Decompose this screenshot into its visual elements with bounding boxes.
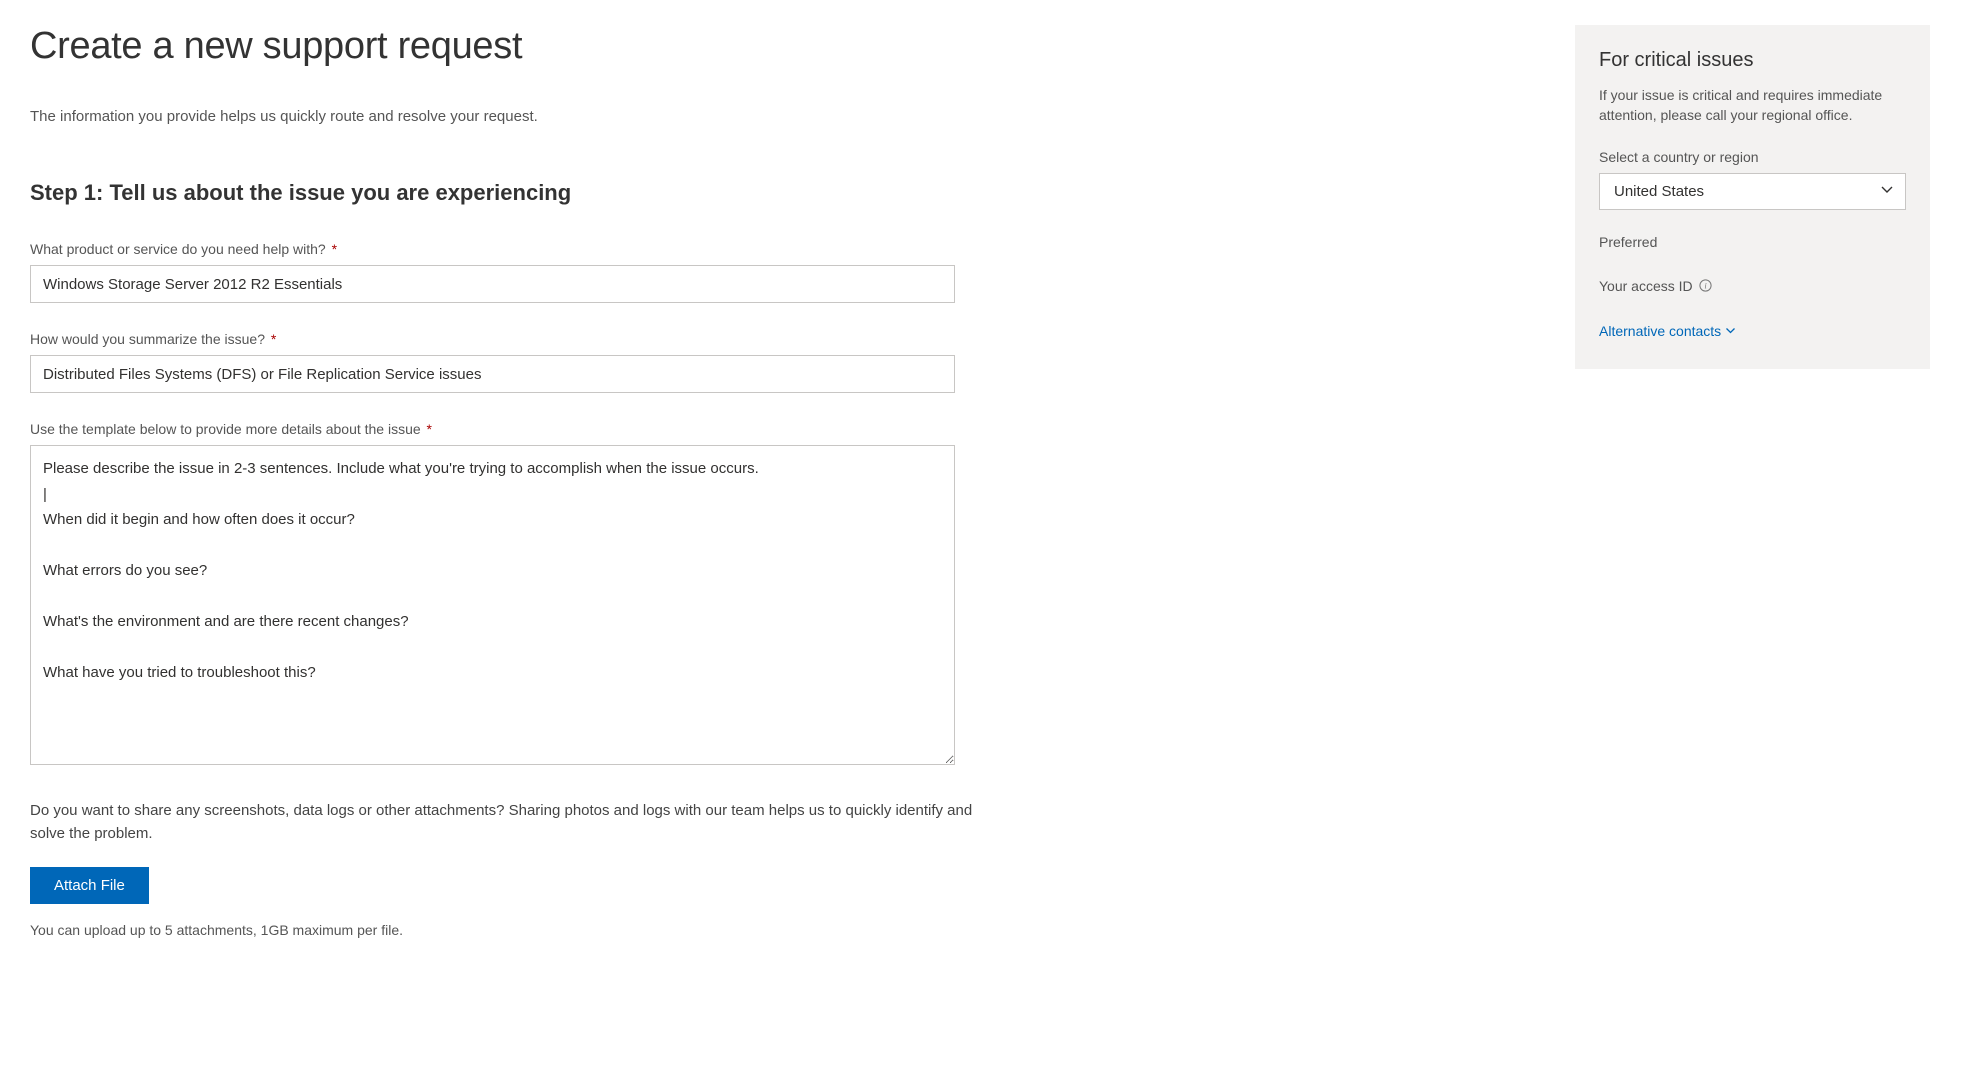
product-label: What product or service do you need help… (30, 241, 990, 257)
info-icon[interactable]: i (1699, 279, 1712, 295)
access-id-label-text: Your access ID (1599, 278, 1693, 294)
summary-label: How would you summarize the issue? * (30, 331, 990, 347)
access-id-label: Your access ID i (1599, 278, 1906, 295)
required-asterisk: * (267, 331, 276, 347)
attachment-hint: You can upload up to 5 attachments, 1GB … (30, 922, 990, 938)
preferred-section: Preferred (1599, 234, 1906, 250)
chevron-down-icon (1725, 323, 1736, 339)
details-textarea[interactable]: Please describe the issue in 2-3 sentenc… (30, 445, 955, 765)
svg-text:i: i (1704, 281, 1707, 291)
preferred-label: Preferred (1599, 234, 1906, 250)
required-asterisk: * (423, 421, 432, 437)
main-content: Create a new support request The informa… (30, 25, 990, 938)
access-id-section: Your access ID i (1599, 278, 1906, 295)
details-field-group: Use the template below to provide more d… (30, 421, 990, 770)
alternative-contacts-link[interactable]: Alternative contacts (1599, 323, 1736, 339)
summary-label-text: How would you summarize the issue? (30, 331, 265, 347)
details-label: Use the template below to provide more d… (30, 421, 990, 437)
required-asterisk: * (328, 241, 337, 257)
alternative-contacts-text: Alternative contacts (1599, 323, 1721, 339)
country-label: Select a country or region (1599, 149, 1906, 165)
sidebar: For critical issues If your issue is cri… (1575, 25, 1930, 938)
summary-input[interactable] (30, 355, 955, 393)
product-label-text: What product or service do you need help… (30, 241, 326, 257)
sidebar-text: If your issue is critical and requires i… (1599, 86, 1906, 125)
country-select-wrapper: United States (1599, 173, 1906, 210)
summary-field-group: How would you summarize the issue? * (30, 331, 990, 393)
sidebar-title: For critical issues (1599, 49, 1906, 72)
critical-issues-panel: For critical issues If your issue is cri… (1575, 25, 1930, 369)
attachment-prompt: Do you want to share any screenshots, da… (30, 800, 990, 845)
step-heading: Step 1: Tell us about the issue you are … (30, 180, 990, 206)
page-subtitle: The information you provide helps us qui… (30, 108, 990, 125)
details-label-text: Use the template below to provide more d… (30, 421, 421, 437)
page-title: Create a new support request (30, 25, 990, 68)
product-field-group: What product or service do you need help… (30, 241, 990, 303)
product-input[interactable] (30, 265, 955, 303)
attach-file-button[interactable]: Attach File (30, 867, 149, 904)
country-select[interactable]: United States (1599, 173, 1906, 210)
